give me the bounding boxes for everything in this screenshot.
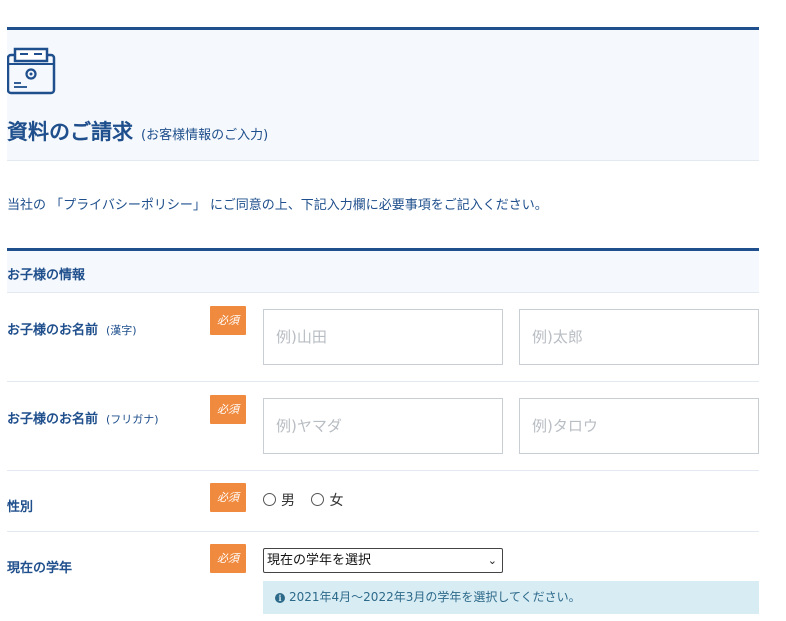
required-badge: 必須 [210,306,246,335]
last-name-kana-input[interactable] [263,398,503,454]
field-label-gender: 性別 [7,500,34,515]
form-row-name-kanji: お子様のお名前 (漢字) 必須 [7,293,759,382]
required-badge: 必須 [210,483,246,512]
required-badge: 必須 [210,395,246,424]
grade-select-value: 現在の学年を選択 [267,553,372,568]
section-header: お子様の情報 [7,248,759,293]
form-row-gender: 性別 必須 男 女 [7,471,759,532]
document-request-icon [7,47,56,95]
form-row-grade: 現在の学年 必須 現在の学年を選択 ⌄ i 2021年4月〜2022年3月の学年を… [7,532,759,621]
page-title: 資料のご請求 (お客様情報のご入力) [7,120,269,144]
field-label-name-kanji: お子様のお名前 (漢字) [7,323,137,338]
gender-option-male[interactable]: 男 [263,490,295,510]
page: 資料のご請求 (お客様情報のご入力) 当社の 「プライバシーポリシー」 にご同意の… [0,0,786,621]
gender-radio-group: 男 女 [263,490,355,510]
section-title: お子様の情報 [7,268,86,283]
first-name-kana-input[interactable] [519,398,759,454]
chevron-down-icon: ⌄ [487,554,497,567]
field-note-kana: (フリガナ) [106,413,159,426]
page-header: 資料のご請求 (お客様情報のご入力) [7,27,759,161]
first-name-kanji-input[interactable] [519,309,759,365]
page-subtitle: (お客様情報のご入力) [141,128,269,143]
field-note-kanji: (漢字) [106,324,137,337]
info-icon: i [275,593,285,603]
gender-option-female[interactable]: 女 [311,490,343,510]
intro-text: 当社の 「プライバシーポリシー」 にご同意の上、下記入力欄に必要事項をご記入くだ… [7,198,548,213]
field-label-grade: 現在の学年 [7,561,73,576]
grade-info-box: i 2021年4月〜2022年3月の学年を選択してください。 [263,581,759,614]
grade-info-text: 2021年4月〜2022年3月の学年を選択してください。 [289,590,581,604]
required-badge: 必須 [210,544,246,573]
field-label-name-kana: お子様のお名前 (フリガナ) [7,412,159,427]
radio-male[interactable] [263,493,276,506]
radio-female[interactable] [311,493,325,506]
form-row-name-kana: お子様のお名前 (フリガナ) 必須 [7,382,759,471]
grade-select[interactable]: 現在の学年を選択 ⌄ [263,548,503,573]
last-name-kanji-input[interactable] [263,309,503,365]
